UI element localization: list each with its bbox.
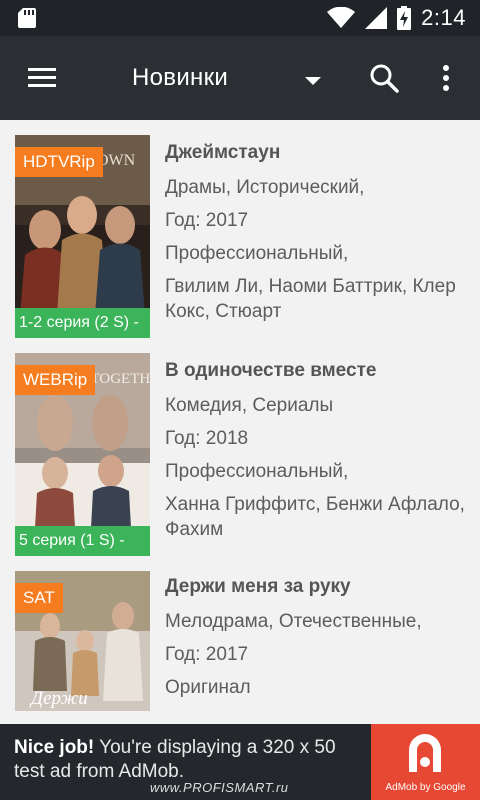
item-translation: Оригинал xyxy=(165,677,251,698)
item-year: Год: 2017 xyxy=(165,210,249,231)
quality-badge: SAT xyxy=(15,583,63,613)
item-cast: Ханна Гриффитс, Бенжи Афлало, Фахим xyxy=(165,494,465,540)
poster-image: Держи SAT xyxy=(15,571,150,711)
list-item[interactable]: OWN HDTVRip 1-2 серия (2 S) - Джеймстаун… xyxy=(0,135,480,338)
page-title[interactable]: Новинки xyxy=(132,64,228,92)
list-item[interactable]: NE TOGETHER WEBRip 5 серия (1 S) - В оди… xyxy=(0,353,480,556)
wifi-icon xyxy=(327,7,356,28)
ad-text[interactable]: Nice job! You're displaying a 320 x 50 t… xyxy=(14,736,364,784)
admob-brand-label: AdMob by Google xyxy=(385,782,466,793)
poster-image: NE TOGETHER WEBRip 5 серия (1 S) - xyxy=(15,353,150,556)
battery-charging-icon xyxy=(397,6,412,30)
signal-icon xyxy=(365,7,388,29)
item-genres: Драмы, Исторический, xyxy=(165,177,365,198)
admob-logo-panel[interactable]: AdMob by Google xyxy=(371,724,480,800)
item-translation: Профессиональный, xyxy=(165,243,349,264)
more-vert-icon[interactable] xyxy=(432,60,460,96)
poster-title-text: Держи xyxy=(29,688,88,709)
item-info: Джеймстаун Драмы, Исторический, Год: 201… xyxy=(165,137,465,324)
app-bar: Новинки xyxy=(0,36,480,120)
movie-list: OWN HDTVRip 1-2 серия (2 S) - Джеймстаун… xyxy=(0,120,480,724)
item-year: Год: 2017 xyxy=(165,644,249,665)
dropdown-arrow-icon[interactable] xyxy=(298,68,328,92)
item-title: Держи меня за руку xyxy=(165,576,351,597)
episode-label: 5 серия (1 S) - xyxy=(15,526,150,556)
quality-badge: HDTVRip xyxy=(15,147,103,177)
list-item[interactable]: Держи SAT Держи меня за руку Мелодрама, … xyxy=(0,571,480,721)
status-bar: 2:14 xyxy=(0,0,480,36)
menu-icon[interactable] xyxy=(22,62,62,94)
quality-badge: WEBRip xyxy=(15,365,96,395)
item-translation: Профессиональный, xyxy=(165,461,349,482)
clock: 2:14 xyxy=(421,5,466,30)
sd-card-icon xyxy=(18,8,36,28)
item-info: В одиночестве вместе Комедия, Сериалы Го… xyxy=(165,355,465,542)
item-genres: Комедия, Сериалы xyxy=(165,395,334,416)
poster-image: OWN HDTVRip 1-2 серия (2 S) - xyxy=(15,135,150,338)
item-title: Джеймстаун xyxy=(165,142,281,163)
item-info: Держи меня за руку Мелодрама, Отечествен… xyxy=(165,571,465,704)
poster-title-text: OWN xyxy=(97,152,136,169)
item-genres: Мелодрама, Отечественные, xyxy=(165,611,422,632)
admob-logo-icon xyxy=(409,734,441,772)
watermark: www.PROFISMART.ru xyxy=(150,780,289,795)
item-year: Год: 2018 xyxy=(165,428,249,449)
search-icon[interactable] xyxy=(366,60,402,96)
item-cast: Гвилим Ли, Наоми Баттрик, Клер Кокс, Стю… xyxy=(165,276,456,322)
ad-headline: Nice job! xyxy=(14,737,95,758)
episode-label: 1-2 серия (2 S) - xyxy=(15,308,150,338)
item-title: В одиночестве вместе xyxy=(165,360,377,381)
